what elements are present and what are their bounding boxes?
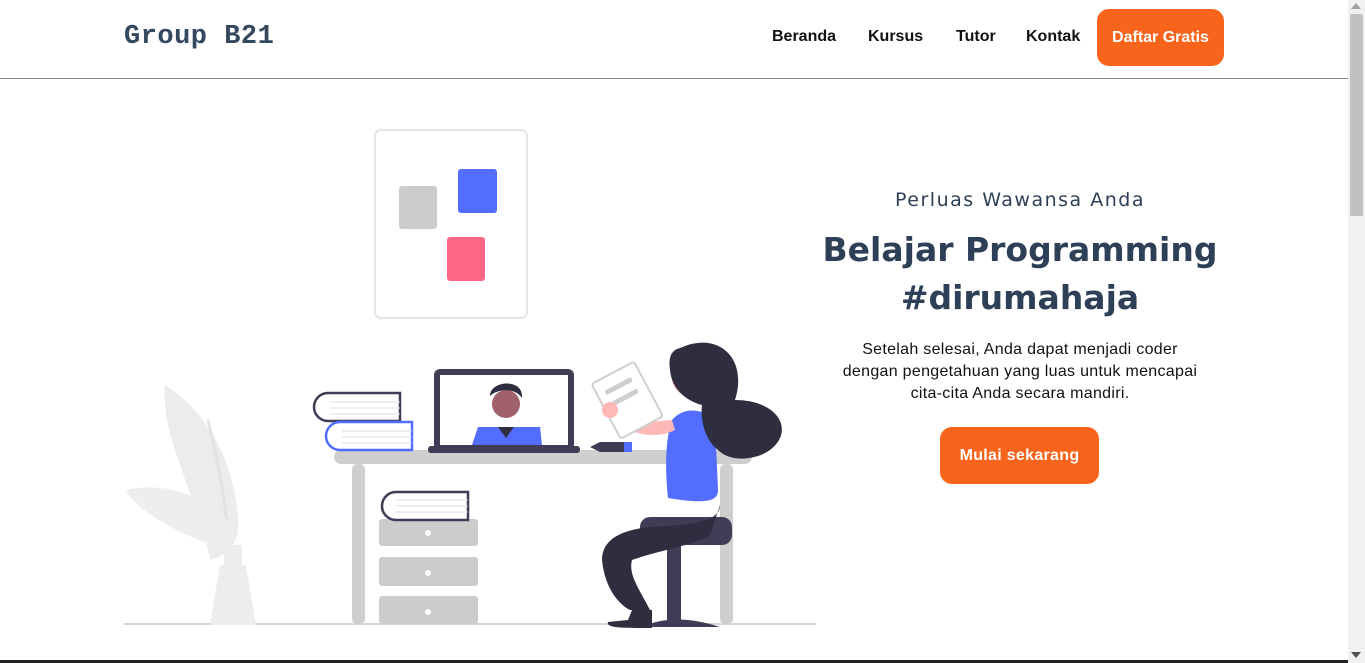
scrollbar-thumb[interactable] [1350,14,1363,216]
plant-icon [126,385,256,625]
online-learning-illustration [120,120,820,640]
nav-link-tutor[interactable]: Tutor [956,28,996,46]
books-desk [312,391,414,452]
nav-link-beranda[interactable]: Beranda [772,28,836,46]
hero-title-line-1: Belajar Programming [822,230,1218,269]
nav-link-kursus[interactable]: Kursus [868,28,923,46]
hero-description-line-1: Setelah selesai, Anda dapat menjadi code… [862,341,1178,358]
laptop-icon [428,369,580,453]
hero-description-line-3: cita-cita Anda secara mandiri. [910,385,1130,402]
nav-link-kontak[interactable]: Kontak [1026,28,1080,46]
books-bottom [380,490,470,522]
scroll-down-arrow-icon[interactable] [1351,652,1361,658]
hero-description: Setelah selesai, Anda dapat menjadi code… [825,339,1215,405]
woman-figure [591,342,782,628]
hero-title: Belajar Programming #dirumahaja [810,226,1230,322]
wall-board [374,129,528,319]
brand-logo[interactable]: Group B21 [124,22,274,52]
hero-description-line-2: dengan pengetahuan yang luas untuk menca… [842,363,1198,380]
hero-subtitle: Perluas Wawansa Anda [895,189,1145,211]
signup-button[interactable]: Daftar Gratis [1097,9,1224,66]
illustration-svg [124,129,816,628]
hero-title-line-2: #dirumahaja [900,278,1140,317]
scroll-up-arrow-icon[interactable] [1351,3,1361,9]
start-now-button[interactable]: Mulai sekarang [940,427,1099,484]
navbar: Group B21 Beranda Kursus Tutor Kontak Da… [0,0,1348,79]
